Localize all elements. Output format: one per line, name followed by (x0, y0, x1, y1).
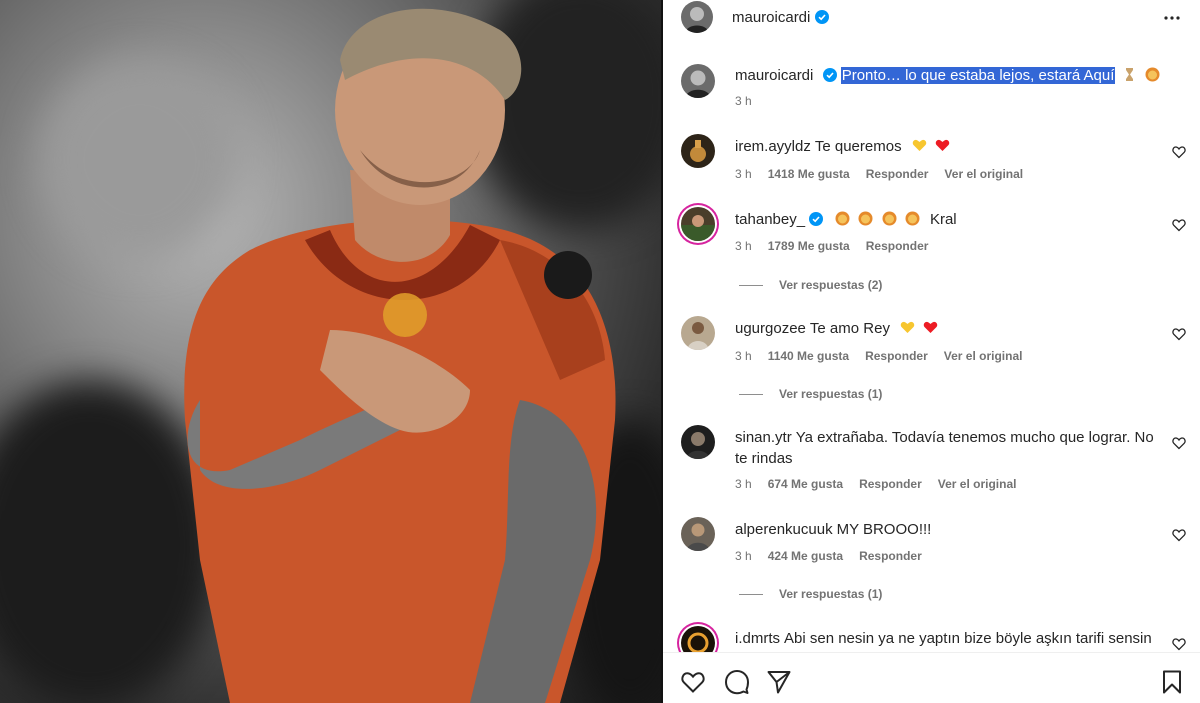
caption-username[interactable]: mauroicardi (735, 67, 813, 84)
more-options-icon[interactable] (1162, 8, 1182, 28)
view-replies-label: Ver respuestas (1) (779, 387, 883, 401)
comment-body: ugurgozee Te amo Rey (735, 318, 1155, 339)
like-icon[interactable] (680, 669, 706, 695)
hourglass-emoji-icon (1125, 68, 1133, 81)
comment-body: sinan.ytr Ya extrañaba. Todavía tenemos m… (735, 427, 1155, 469)
view-replies-label: Ver respuestas (1) (779, 587, 883, 601)
view-replies-label: Ver respuestas (2) (779, 278, 883, 292)
lion-emoji-icon (882, 211, 897, 226)
save-icon[interactable] (1159, 669, 1185, 695)
author-avatar[interactable] (681, 1, 713, 33)
red-heart-icon (935, 139, 950, 151)
comment-likes[interactable]: 424 Me gusta (768, 549, 843, 563)
comment-likes[interactable]: 1789 Me gusta (768, 239, 850, 253)
lion-emoji-icon (835, 211, 850, 226)
view-replies-button[interactable]: Ver respuestas (1) (739, 587, 882, 601)
comment-username[interactable]: ugurgozee (735, 320, 806, 337)
lion-emoji-icon (905, 211, 920, 226)
share-icon[interactable] (766, 669, 792, 695)
comment-actions: 3 h 1418 Me gusta Responder Ver el origi… (735, 167, 1023, 181)
lion-emoji-icon (1145, 67, 1160, 82)
commenter-avatar[interactable] (681, 316, 715, 350)
verified-badge-icon (815, 10, 830, 24)
verified-badge-icon (822, 68, 837, 82)
player-illustration (184, 8, 616, 703)
comments-list[interactable]: irem.ayyldz Te queremos 3 h 1418 Me gusta… (663, 130, 1200, 652)
comment-time: 3 h (735, 477, 752, 491)
yellow-heart-icon (912, 139, 926, 151)
like-comment-icon[interactable] (1172, 145, 1186, 159)
comment-time: 3 h (735, 239, 752, 253)
see-original-button[interactable]: Ver el original (938, 477, 1017, 491)
comment-text: MY BROOO!!! (836, 521, 932, 538)
see-original-button[interactable]: Ver el original (944, 167, 1023, 181)
commenter-avatar[interactable] (681, 207, 715, 241)
reply-button[interactable]: Responder (859, 549, 922, 563)
comment-text: Te amo Rey (809, 320, 890, 337)
comment-body: i.dmrts Abi sen nesin ya ne yaptın bize b… (735, 628, 1155, 649)
comment-icon[interactable] (724, 669, 750, 695)
verified-badge-icon (809, 212, 824, 226)
like-comment-icon[interactable] (1172, 528, 1186, 542)
comment-time: 3 h (735, 349, 752, 363)
comment-text: Kral (929, 211, 957, 228)
comment-time: 3 h (735, 549, 752, 563)
post-image[interactable] (0, 0, 663, 703)
view-replies-button[interactable]: Ver respuestas (1) (739, 387, 882, 401)
view-replies-button[interactable]: Ver respuestas (2) (739, 278, 882, 292)
comment-time: 3 h (735, 167, 752, 181)
comment-username[interactable]: alperenkucuuk (735, 521, 833, 538)
reply-button[interactable]: Responder (859, 477, 922, 491)
comment-likes[interactable]: 1418 Me gusta (768, 167, 850, 181)
comment-actions: 3 h 424 Me gusta Responder (735, 549, 922, 563)
comment-likes[interactable]: 1140 Me gusta (768, 349, 849, 363)
comment-actions: 3 h 1789 Me gusta Responder (735, 239, 928, 253)
comment-actions: 3 h 1140 Me gusta Responder Ver el origi… (735, 349, 1022, 363)
post-actions-bar (663, 652, 1200, 703)
comment-text: Te queremos (814, 138, 902, 155)
comment-text: Abi sen nesin ya ne yaptın bize böyle aş… (784, 630, 1152, 647)
caption-text: Pronto… lo que estaba lejos, estará Aquí (840, 67, 1116, 84)
comment-username[interactable]: i.dmrts (735, 630, 780, 647)
like-comment-icon[interactable] (1172, 637, 1186, 651)
reply-button[interactable]: Responder (865, 349, 928, 363)
commenter-avatar[interactable] (681, 626, 715, 652)
red-heart-icon (924, 321, 938, 333)
comment-username[interactable]: sinan.ytr (735, 429, 792, 446)
caption-avatar[interactable] (681, 64, 715, 98)
see-original-button[interactable]: Ver el original (944, 349, 1023, 363)
caption-time: 3 h (735, 94, 752, 108)
comment-body: alperenkucuuk MY BROOO!!! (735, 519, 1155, 540)
caption-line: mauroicardi Pronto… lo que estaba lejos,… (735, 67, 1162, 84)
commenter-avatar[interactable] (681, 517, 715, 551)
comment-actions: 3 h 674 Me gusta Responder Ver el origin… (735, 477, 1016, 491)
like-comment-icon[interactable] (1172, 218, 1186, 232)
comment-body: irem.ayyldz Te queremos (735, 136, 1155, 157)
comment-text: Ya extrañaba. Todavía tenemos mucho que … (735, 429, 1154, 467)
like-comment-icon[interactable] (1172, 436, 1186, 450)
like-comment-icon[interactable] (1172, 327, 1186, 341)
comment-likes[interactable]: 674 Me gusta (768, 477, 843, 491)
commenter-avatar[interactable] (681, 134, 715, 168)
comment-body: tahanbey_ Kral (735, 209, 1155, 230)
reply-button[interactable]: Responder (866, 239, 929, 253)
comment-username[interactable]: irem.ayyldz (735, 138, 811, 155)
comment-username[interactable]: tahanbey_ (735, 211, 805, 228)
post-header: mauroicardi (663, 0, 1200, 34)
commenter-avatar[interactable] (681, 425, 715, 459)
reply-button[interactable]: Responder (866, 167, 929, 181)
yellow-heart-icon (900, 321, 915, 333)
lion-emoji-icon (858, 211, 873, 226)
post-details-panel: mauroicardi mauroicardi Pronto… lo que e… (663, 0, 1200, 703)
author-username[interactable]: mauroicardi (732, 9, 810, 26)
